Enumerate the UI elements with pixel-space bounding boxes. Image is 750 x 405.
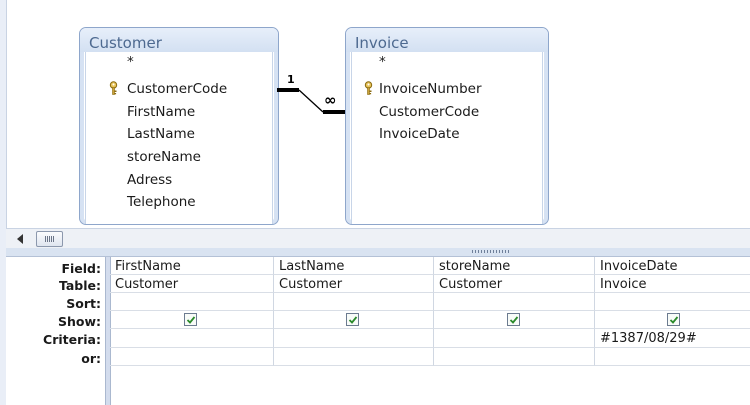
grid-row-labels: Field: Table: Sort: Show: Criteria: or: xyxy=(6,257,105,405)
grid-cell-table[interactable]: Customer xyxy=(274,275,434,293)
grid-cell-table[interactable]: Customer xyxy=(434,275,595,293)
row-label-table: Table: xyxy=(58,278,101,293)
query-design-grid[interactable]: Field: Table: Sort: Show: Criteria: or: … xyxy=(6,257,750,405)
grid-cell-or[interactable] xyxy=(595,348,750,366)
grid-cell-sort[interactable] xyxy=(110,293,274,311)
checkbox-checked-icon[interactable] xyxy=(184,313,197,326)
grid-cell-criteria[interactable] xyxy=(110,329,274,348)
checkbox-checked-icon[interactable] xyxy=(506,313,520,326)
grid-cell-sort[interactable] xyxy=(274,293,434,311)
checkbox-checked-icon[interactable] xyxy=(346,313,359,326)
row-label-field: Field: xyxy=(61,261,101,276)
checkbox-checked-icon[interactable] xyxy=(667,313,680,326)
scroll-left-arrow-icon[interactable] xyxy=(17,234,23,244)
grid-cell-or[interactable] xyxy=(434,348,595,366)
relationship-line[interactable]: 1 ∞ xyxy=(0,0,750,228)
grid-cell-or[interactable] xyxy=(110,348,274,366)
row-label-criteria: Criteria: xyxy=(43,332,101,347)
splitter-grip[interactable] xyxy=(472,250,510,253)
table-diagram-pane[interactable]: Customer * CustomerCode FirstName LastNa… xyxy=(0,0,750,228)
grid-cell-show[interactable] xyxy=(110,311,274,329)
grid-cell-field[interactable]: InvoiceDate xyxy=(595,257,750,275)
grid-cell-show[interactable] xyxy=(434,311,595,329)
relationship-one-label: 1 xyxy=(287,73,295,86)
grid-cell-field[interactable]: LastName xyxy=(274,257,434,275)
grid-cell-criteria[interactable] xyxy=(434,329,595,348)
grid-cell-sort[interactable] xyxy=(434,293,595,311)
relationship-many-label: ∞ xyxy=(324,91,337,109)
grid-cell-show[interactable] xyxy=(274,311,434,329)
grid-cell-show[interactable] xyxy=(595,311,750,329)
scroll-thumb[interactable] xyxy=(36,231,63,247)
horizontal-scrollbar[interactable] xyxy=(6,228,750,249)
pane-splitter[interactable] xyxy=(6,248,750,257)
grid-cell-criteria[interactable] xyxy=(274,329,434,348)
row-label-show: Show: xyxy=(57,314,101,329)
row-label-sort: Sort: xyxy=(66,296,101,311)
grid-cell-sort[interactable] xyxy=(595,293,750,311)
row-label-or: or: xyxy=(81,351,101,366)
grid-cell-table[interactable]: Invoice xyxy=(595,275,750,293)
grid-cell-table[interactable]: Customer xyxy=(110,275,274,293)
grid-cell-field[interactable]: FirstName xyxy=(110,257,274,275)
grid-cell-field[interactable]: storeName xyxy=(434,257,595,275)
grid-cell-or[interactable] xyxy=(274,348,434,366)
grid-cell-criteria[interactable]: #1387/08/29# xyxy=(595,329,750,348)
